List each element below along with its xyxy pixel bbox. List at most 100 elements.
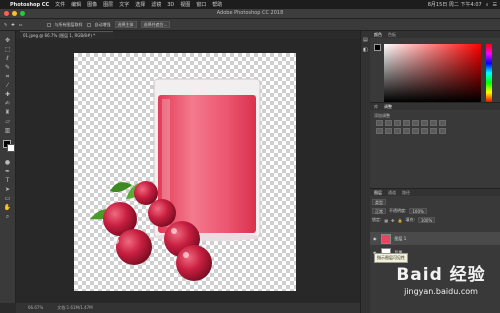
menu-status-area: 8月15日 周二 下午4:07 ⌕ ☰: [428, 0, 497, 9]
menu-help[interactable]: 帮助: [212, 1, 222, 8]
tab-channels[interactable]: 通道: [388, 189, 396, 196]
hand-icon[interactable]: ✋: [3, 204, 12, 212]
background-color-swatch[interactable]: [7, 144, 15, 152]
vibrance-icon[interactable]: [412, 120, 419, 126]
menu-3d[interactable]: 3D: [167, 2, 174, 8]
canvas-area[interactable]: [16, 39, 360, 303]
select-subject-button[interactable]: 选择主体: [114, 21, 137, 28]
color-lookup-icon[interactable]: [394, 128, 401, 134]
path-select-icon[interactable]: ➤: [3, 186, 12, 194]
photo-filter-icon[interactable]: [376, 128, 383, 134]
pen-icon[interactable]: ✒: [3, 168, 12, 176]
opacity-field[interactable]: 100%: [409, 208, 427, 214]
black-white-icon[interactable]: [439, 120, 446, 126]
window-title-bar: Adobe Photoshop CC 2018: [0, 9, 500, 19]
baidu-watermark: Baid 经验 jingyan.baidu.com: [382, 256, 500, 313]
lock-all-icon[interactable]: 🔒: [398, 218, 403, 223]
layer-kind-filter[interactable]: 类型: [372, 199, 386, 205]
image-canvas[interactable]: [74, 53, 296, 291]
menu-layer[interactable]: 图层: [103, 1, 113, 8]
channel-mixer-icon[interactable]: [385, 128, 392, 134]
menu-image[interactable]: 图像: [87, 1, 97, 8]
juice-image: [90, 78, 261, 281]
quick-select-icon[interactable]: ✎: [3, 64, 12, 72]
color-picker-field[interactable]: [384, 44, 481, 102]
tab-library[interactable]: 库: [374, 103, 378, 110]
layer-row-1[interactable]: ◉ 图层 1: [370, 232, 500, 245]
color-panel-foreground-swatch[interactable]: [374, 44, 381, 51]
history-panel-icon[interactable]: ▤: [363, 37, 368, 43]
hue-saturation-icon[interactable]: [421, 120, 428, 126]
options-bar: ✎ ✚ ▭ 与所有图层取样 自动增强 选择主体 选择并遮住...: [0, 19, 500, 31]
marquee-tool-icon[interactable]: ⬚: [3, 46, 12, 54]
levels-icon[interactable]: [385, 120, 392, 126]
type-icon[interactable]: T: [3, 177, 12, 185]
selective-color-icon[interactable]: [439, 128, 446, 134]
color-balance-icon[interactable]: [430, 120, 437, 126]
eye-icon[interactable]: ◉: [373, 236, 377, 241]
tab-adjustments[interactable]: 调整: [384, 103, 392, 110]
adjustments-panel-tabs: 库 调整: [370, 103, 500, 110]
tab-paths[interactable]: 路径: [402, 189, 410, 196]
invert-icon[interactable]: [403, 128, 410, 134]
layers-panel-tabs: 图层 通道 路径: [370, 189, 500, 196]
curves-icon[interactable]: [394, 120, 401, 126]
gradient-icon[interactable]: ▥: [3, 127, 12, 135]
brush-icon[interactable]: ✍: [3, 100, 12, 108]
lock-row: 锁定: ▦ ✥ 🔒 填充: 100%: [372, 217, 436, 223]
layer-name[interactable]: 图层 1: [395, 236, 407, 242]
healing-icon[interactable]: ✚: [3, 91, 12, 99]
status-bar: 66.67% 文档:1.61M/1.47M: [16, 303, 360, 313]
zoom-level[interactable]: 66.67%: [28, 303, 43, 313]
menu-edit[interactable]: 编辑: [71, 1, 81, 8]
move-tool-icon[interactable]: ✥: [3, 37, 12, 45]
menu-view[interactable]: 视图: [180, 1, 190, 8]
color-panel-tabs: 颜色 色板: [370, 31, 500, 38]
zoom-icon[interactable]: ⌕: [3, 213, 12, 221]
dodge-icon[interactable]: ●: [3, 159, 12, 167]
clock[interactable]: 8月15日 周二 下午4:07: [428, 1, 482, 8]
menu-list-icon[interactable]: ☰: [493, 2, 497, 8]
eraser-icon[interactable]: ▱: [3, 118, 12, 126]
exposure-icon[interactable]: [403, 120, 410, 126]
app-name-menu[interactable]: Photoshop CC: [10, 2, 49, 8]
tab-color[interactable]: 颜色: [374, 31, 382, 38]
stamp-icon[interactable]: ♜: [3, 109, 12, 117]
menu-window[interactable]: 窗口: [196, 1, 206, 8]
subtract-selection-icon[interactable]: ▭: [19, 22, 23, 27]
tab-layers[interactable]: 图层: [374, 189, 382, 196]
quick-select-tool-icon[interactable]: ✎: [4, 22, 7, 27]
sample-all-layers-checkbox[interactable]: [46, 22, 51, 27]
document-tab[interactable]: 01.jpeg @ 66.7% (图层 1, RGB/8#) *: [20, 31, 113, 39]
fill-field[interactable]: 100%: [417, 217, 436, 223]
menu-type[interactable]: 文字: [119, 1, 129, 8]
eyedropper-icon[interactable]: ⁄: [3, 82, 12, 90]
select-and-mask-button[interactable]: 选择并遮住...: [140, 21, 171, 28]
tab-swatches[interactable]: 色板: [388, 31, 396, 38]
add-to-selection-icon[interactable]: ✚: [11, 22, 14, 27]
panel-dock-strip: ▤ ◧: [360, 31, 370, 313]
blend-mode-select[interactable]: 正常: [372, 208, 386, 214]
watermark-logo: Baid 经验: [396, 265, 486, 285]
brightness-icon[interactable]: [376, 120, 383, 126]
lock-pixels-icon[interactable]: ▦: [384, 218, 388, 223]
fill-label: 填充:: [405, 217, 415, 222]
properties-panel-icon[interactable]: ◧: [363, 47, 368, 53]
crop-icon[interactable]: ⌗: [3, 73, 12, 81]
search-icon[interactable]: ⌕: [486, 2, 489, 8]
menu-file[interactable]: 文件: [55, 1, 65, 8]
window-title: Adobe Photoshop CC 2018: [216, 10, 284, 16]
menu-select[interactable]: 选择: [135, 1, 145, 8]
shape-icon[interactable]: ▭: [3, 195, 12, 203]
layer-filter-row: 类型: [372, 199, 386, 205]
threshold-icon[interactable]: [421, 128, 428, 134]
hue-slider[interactable]: [486, 44, 492, 102]
gradient-map-icon[interactable]: [430, 128, 437, 134]
blend-row: 正常 不透明度: 100%: [372, 208, 427, 214]
add-adjustment-label: 添加调整: [374, 113, 390, 118]
posterize-icon[interactable]: [412, 128, 419, 134]
menu-filter[interactable]: 滤镜: [151, 1, 161, 8]
lasso-tool-icon[interactable]: ℓ: [3, 55, 12, 63]
lock-position-icon[interactable]: ✥: [391, 218, 394, 223]
auto-enhance-checkbox[interactable]: [86, 22, 91, 27]
